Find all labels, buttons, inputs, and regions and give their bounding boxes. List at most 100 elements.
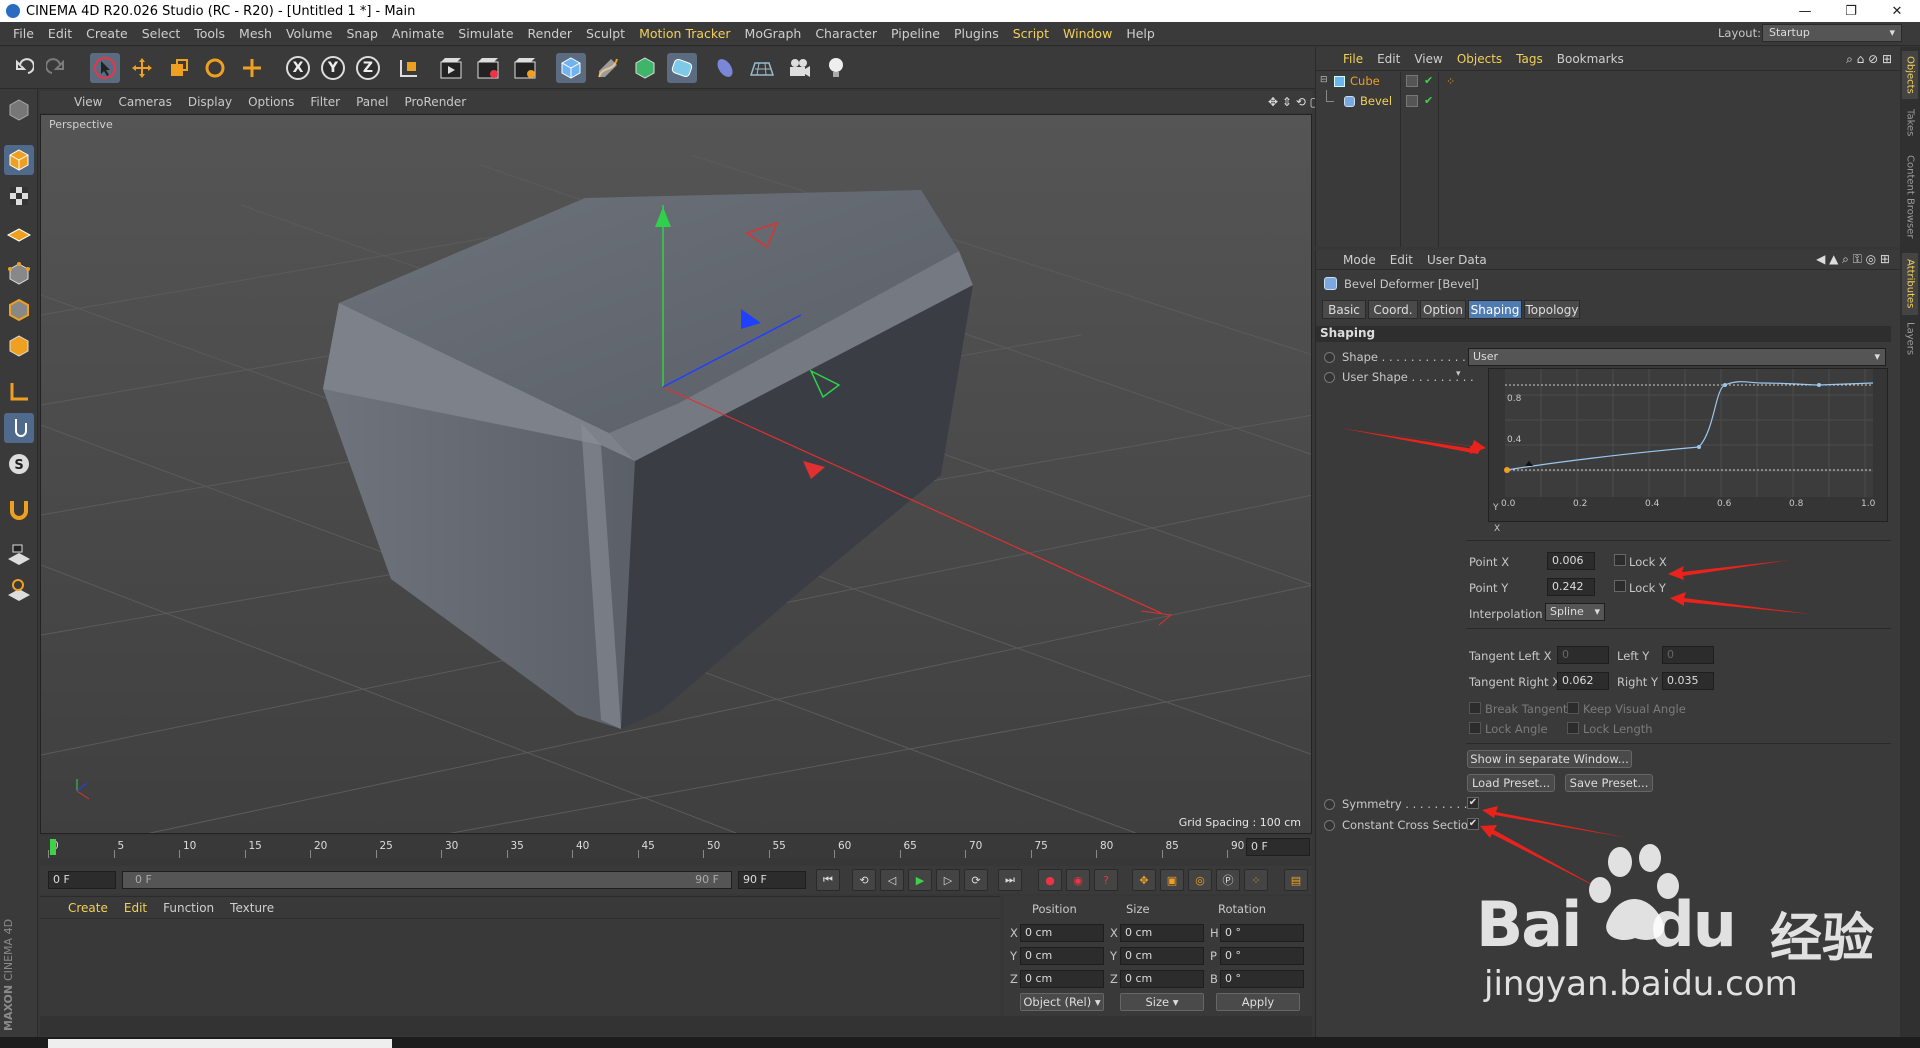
position-y-input[interactable]: 0 cm bbox=[1020, 947, 1104, 965]
minimize-button[interactable]: — bbox=[1782, 0, 1828, 22]
menu-tools[interactable]: Tools bbox=[187, 26, 232, 41]
key-scale-icon[interactable]: ▣ bbox=[1160, 869, 1184, 891]
range-slider[interactable]: 0 F 90 F bbox=[122, 871, 732, 889]
object-menu-tags[interactable]: Tags bbox=[1509, 52, 1550, 66]
menu-help[interactable]: Help bbox=[1119, 26, 1162, 41]
axis-mode-icon[interactable] bbox=[4, 377, 34, 407]
user-shape-animate-radio[interactable] bbox=[1324, 372, 1335, 383]
viewport-menu-panel[interactable]: Panel bbox=[348, 95, 396, 109]
material-menu-edit[interactable]: Edit bbox=[116, 901, 155, 915]
tab-basic[interactable]: Basic bbox=[1322, 300, 1366, 319]
menu-volume[interactable]: Volume bbox=[279, 26, 340, 41]
floor-icon[interactable] bbox=[747, 53, 777, 83]
tangent-right-x-input[interactable]: 0.062 bbox=[1557, 672, 1609, 690]
texture-mode-icon[interactable] bbox=[4, 181, 34, 211]
playhead[interactable] bbox=[50, 839, 56, 855]
menu-pipeline[interactable]: Pipeline bbox=[884, 26, 947, 41]
rotation-b-input[interactable]: 0 ° bbox=[1220, 970, 1304, 988]
key-position-icon[interactable]: ✥ bbox=[1132, 869, 1156, 891]
subdivision-icon[interactable] bbox=[630, 53, 660, 83]
side-tab-attributes[interactable]: Attributes bbox=[1902, 253, 1918, 315]
right-y-input[interactable]: 0.035 bbox=[1662, 672, 1714, 690]
lock-length-checkbox[interactable] bbox=[1567, 722, 1579, 734]
rotation-h-input[interactable]: 0 ° bbox=[1220, 924, 1304, 942]
lock-y-checkbox[interactable] bbox=[1614, 580, 1626, 592]
object-menu-bookmarks[interactable]: Bookmarks bbox=[1550, 52, 1631, 66]
lock-workplane-icon[interactable] bbox=[4, 539, 34, 569]
symmetry-checkbox[interactable]: ✔ bbox=[1467, 797, 1479, 809]
go-to-end-icon[interactable]: ⏭ bbox=[998, 869, 1022, 891]
tab-topology[interactable]: Topology bbox=[1524, 300, 1580, 319]
menu-animate[interactable]: Animate bbox=[385, 26, 451, 41]
object-name-cube[interactable]: Cube bbox=[1350, 74, 1380, 88]
size-z-input[interactable]: 0 cm bbox=[1120, 970, 1204, 988]
menu-character[interactable]: Character bbox=[808, 26, 884, 41]
key-pla-icon[interactable]: ⁘ bbox=[1244, 869, 1268, 891]
expand-icon[interactable]: ⊟ bbox=[1320, 75, 1328, 85]
viewport-nav-icons[interactable]: ✥ ⇕ ⟲ ▢ bbox=[1268, 95, 1321, 109]
environment-icon[interactable] bbox=[710, 53, 740, 83]
material-menu-texture[interactable]: Texture bbox=[222, 901, 282, 915]
render-settings-icon[interactable] bbox=[510, 53, 540, 83]
shape-select[interactable]: User ▾ bbox=[1468, 348, 1886, 366]
menu-plugins[interactable]: Plugins bbox=[947, 26, 1006, 41]
menu-mesh[interactable]: Mesh bbox=[232, 26, 279, 41]
constant-cross-animate-radio[interactable] bbox=[1324, 820, 1335, 831]
timeline-end-frame[interactable]: 0 F bbox=[1246, 838, 1310, 856]
menu-simulate[interactable]: Simulate bbox=[451, 26, 520, 41]
menu-window[interactable]: Window bbox=[1056, 26, 1119, 41]
menu-sculpt[interactable]: Sculpt bbox=[579, 26, 632, 41]
attributes-menu-mode[interactable]: Mode bbox=[1336, 253, 1383, 267]
point-x-input[interactable]: 0.006 bbox=[1547, 552, 1595, 570]
redo-icon[interactable] bbox=[42, 53, 72, 83]
autokey-icon[interactable]: ◉ bbox=[1066, 869, 1090, 891]
material-menu-create[interactable]: Create bbox=[60, 901, 116, 915]
close-button[interactable]: ✕ bbox=[1874, 0, 1920, 22]
menu-edit[interactable]: Edit bbox=[41, 26, 79, 41]
planar-workplane-icon[interactable] bbox=[4, 575, 34, 605]
camera-icon[interactable] bbox=[784, 53, 814, 83]
undo-icon[interactable] bbox=[8, 53, 38, 83]
viewport-menu-display[interactable]: Display bbox=[180, 95, 240, 109]
lock-angle-checkbox[interactable] bbox=[1469, 722, 1481, 734]
tweak-mode-icon[interactable] bbox=[4, 413, 34, 443]
tangent-left-x-input[interactable]: 0 bbox=[1557, 646, 1609, 664]
scale-tool-icon[interactable] bbox=[164, 53, 194, 83]
viewport-menu-prorender[interactable]: ProRender bbox=[396, 95, 474, 109]
previous-frame-icon[interactable]: ◁ bbox=[880, 869, 904, 891]
interpolation-select[interactable]: Spline ▾ bbox=[1545, 603, 1605, 621]
menu-file[interactable]: File bbox=[6, 26, 41, 41]
tab-coord[interactable]: Coord. bbox=[1368, 300, 1418, 319]
render-picture-viewer-icon[interactable] bbox=[473, 53, 503, 83]
visibility-dots-icon[interactable] bbox=[1406, 75, 1418, 87]
key-rotation-icon[interactable]: ◎ bbox=[1188, 869, 1212, 891]
light-icon[interactable] bbox=[821, 53, 851, 83]
cube-object-icon[interactable] bbox=[556, 53, 586, 83]
position-z-input[interactable]: 0 cm bbox=[1020, 970, 1104, 988]
workplane-mode-icon[interactable] bbox=[4, 217, 34, 247]
make-editable-icon[interactable] bbox=[4, 95, 34, 125]
z-axis-lock[interactable]: Z bbox=[353, 53, 383, 83]
pen-spline-icon[interactable] bbox=[593, 53, 623, 83]
size-y-input[interactable]: 0 cm bbox=[1120, 947, 1204, 965]
load-preset-button[interactable]: Load Preset... bbox=[1467, 774, 1555, 792]
viewport-menu-view[interactable]: View bbox=[66, 95, 110, 109]
next-frame-icon[interactable]: ▷ bbox=[936, 869, 960, 891]
select-tool-icon[interactable] bbox=[90, 53, 120, 83]
menu-render[interactable]: Render bbox=[521, 26, 580, 41]
current-frame-field[interactable]: 0 F bbox=[48, 871, 116, 889]
side-tab-takes[interactable]: Takes bbox=[1902, 103, 1918, 143]
menu-select[interactable]: Select bbox=[135, 26, 188, 41]
x-axis-lock[interactable]: X bbox=[283, 53, 313, 83]
edges-mode-icon[interactable] bbox=[4, 295, 34, 325]
symmetry-animate-radio[interactable] bbox=[1324, 799, 1335, 810]
record-keys-icon[interactable]: ● bbox=[1038, 869, 1062, 891]
enabled-check-icon[interactable]: ✔ bbox=[1424, 74, 1433, 87]
material-menu-function[interactable]: Function bbox=[155, 901, 222, 915]
size-mode-select[interactable]: Size ▾ bbox=[1120, 993, 1204, 1011]
bevel-tag-icon[interactable]: ⁘ bbox=[1446, 75, 1455, 88]
attributes-menu-edit[interactable]: Edit bbox=[1383, 253, 1420, 267]
menu-motion-tracker[interactable]: Motion Tracker bbox=[632, 26, 737, 41]
timeline-window-icon[interactable]: ▤ bbox=[1284, 869, 1308, 891]
keep-visual-angle-checkbox[interactable] bbox=[1567, 702, 1579, 714]
